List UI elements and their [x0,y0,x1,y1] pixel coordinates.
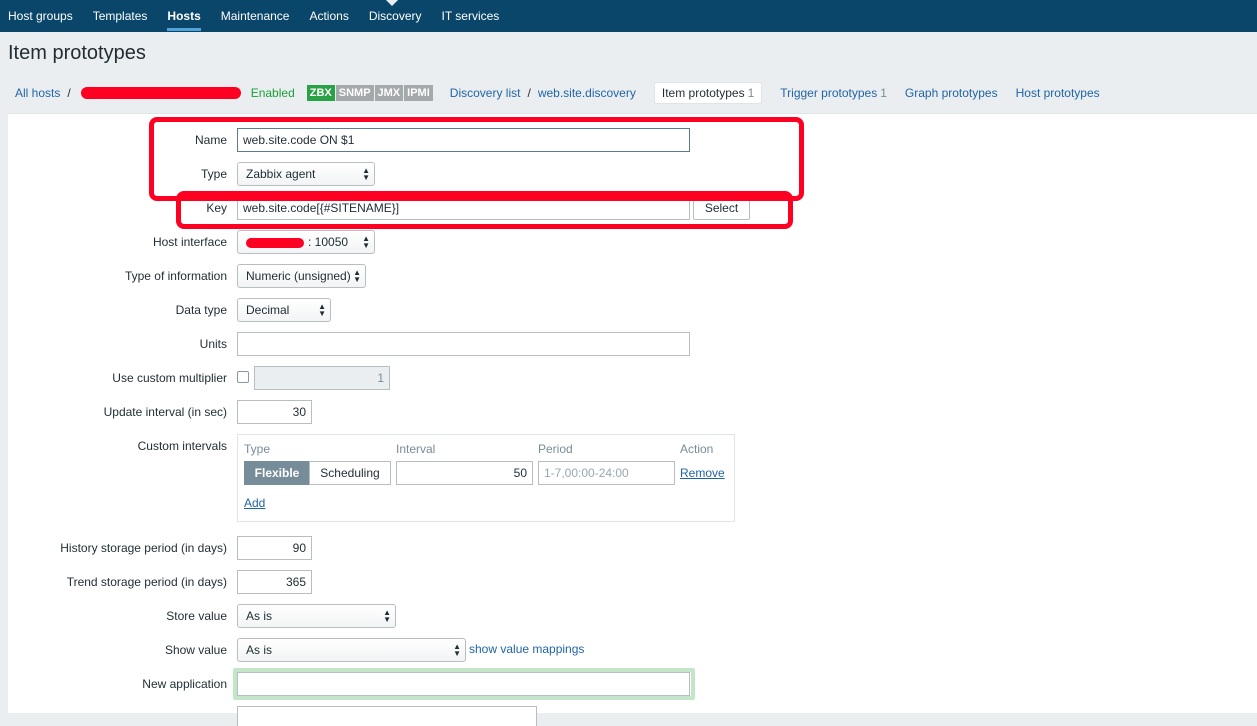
tab-host-prototypes[interactable]: Host prototypes [1016,86,1100,100]
ci-add-link[interactable]: Add [244,496,265,510]
breadcrumb-discovery-list[interactable]: Discovery list [450,86,521,100]
select-arrows-icon: ▲ ▼ [362,234,370,250]
redacted-host-name [80,87,241,99]
new-application-input[interactable] [237,672,690,696]
store-value-select[interactable]: As is ▲ ▼ [237,604,396,628]
item-prototype-form: Name web.site.code ON $1 Type Zabbix age… [8,113,1257,726]
type-of-information-label: Type of information [124,269,227,283]
history-label: History storage period (in days) [60,541,227,555]
tab-trigger-prototypes[interactable]: Trigger prototypes 1 [780,86,887,100]
data-type-label: Data type [175,303,227,317]
select-arrows-icon: ▲ ▼ [453,642,461,658]
ci-remove-link[interactable]: Remove [680,466,725,480]
availability-badge-zbx: ZBX [306,85,335,101]
redacted-ip-address [246,237,304,248]
data-type-select[interactable]: Decimal ▲ ▼ [237,298,331,322]
show-value-mappings-link[interactable]: show value mappings [469,642,584,656]
nav-maintenance[interactable]: Maintenance [221,0,290,32]
show-value-select[interactable]: As is ▲ ▼ [237,638,466,662]
select-arrows-icon: ▲ ▼ [362,166,370,182]
nav-templates[interactable]: Templates [93,0,148,32]
update-interval-input[interactable]: 30 [237,400,312,424]
custom-multiplier-checkbox[interactable] [237,371,249,383]
nav-it-services[interactable]: IT services [442,0,500,32]
breadcrumb-separator: / [527,86,531,100]
ci-period-input[interactable]: 1-7,00:00-24:00 [538,461,675,485]
host-status-enabled[interactable]: Enabled [251,86,295,100]
ci-header-interval: Interval [396,442,436,456]
select-arrows-icon: ▲ ▼ [353,268,361,284]
key-label: Key [206,201,227,215]
store-value-label: Store value [166,609,227,623]
availability-badge-ipmi: IPMI [404,85,433,101]
tab-graph-prototypes[interactable]: Graph prototypes [905,86,998,100]
breadcrumb: All hosts / Enabled ZBX SNMP JMX IPMI Disco… [8,79,1257,107]
key-input[interactable]: web.site.code[{#SITENAME}] [237,196,690,220]
trends-input[interactable]: 365 [237,570,312,594]
host-interface-select[interactable]: : 10050 ▲ ▼ [237,230,375,254]
ci-header-type: Type [244,442,271,456]
ci-type-flexible[interactable]: Flexible [244,461,310,485]
nav-hosts[interactable]: Hosts [167,0,202,32]
tab-item-prototypes[interactable]: Item prototypes 1 [653,82,763,104]
ci-header-period: Period [538,442,573,456]
ci-type-scheduling[interactable]: Scheduling [309,461,391,485]
ci-interval-input[interactable]: 50 [396,461,533,485]
availability-badge-jmx: JMX [374,85,404,101]
update-interval-label: Update interval (in sec) [103,405,227,419]
breadcrumb-discovery-rule[interactable]: web.site.discovery [538,86,636,100]
select-arrows-icon: ▲ ▼ [383,608,391,624]
custom-multiplier-input: 1 [254,366,390,390]
trends-label: Trend storage period (in days) [66,575,227,589]
breadcrumb-separator: / [67,86,71,100]
units-input[interactable] [237,332,690,356]
show-value-label: Show value [164,643,227,657]
top-navigation: Host groups Templates Hosts Maintenance … [0,0,1257,32]
new-application-label: New application [142,677,227,691]
nav-actions[interactable]: Actions [309,0,348,32]
page-title: Item prototypes [8,42,146,64]
breadcrumb-all-hosts[interactable]: All hosts [15,86,60,100]
host-interface-label: Host interface [152,235,227,249]
custom-intervals-table: Type Interval Period Action Flexible Sch… [237,434,735,522]
type-select[interactable]: Zabbix agent ▲ ▼ [237,162,375,186]
name-label: Name [194,133,227,147]
applications-listbox[interactable] [237,706,537,726]
type-of-information-select[interactable]: Numeric (unsigned) ▲ ▼ [237,264,366,288]
custom-intervals-label: Custom intervals [137,439,227,453]
type-label: Type [200,167,227,181]
availability-badge-snmp: SNMP [335,85,374,101]
select-arrows-icon: ▲ ▼ [318,302,326,318]
units-label: Units [199,337,227,351]
name-input[interactable]: web.site.code ON $1 [237,128,690,152]
key-select-button[interactable]: Select [693,196,750,220]
nav-caret-icon [386,0,398,6]
custom-multiplier-label: Use custom multiplier [112,371,227,385]
history-input[interactable]: 90 [237,536,312,560]
ci-header-action: Action [680,442,714,456]
nav-host-groups[interactable]: Host groups [8,0,73,32]
